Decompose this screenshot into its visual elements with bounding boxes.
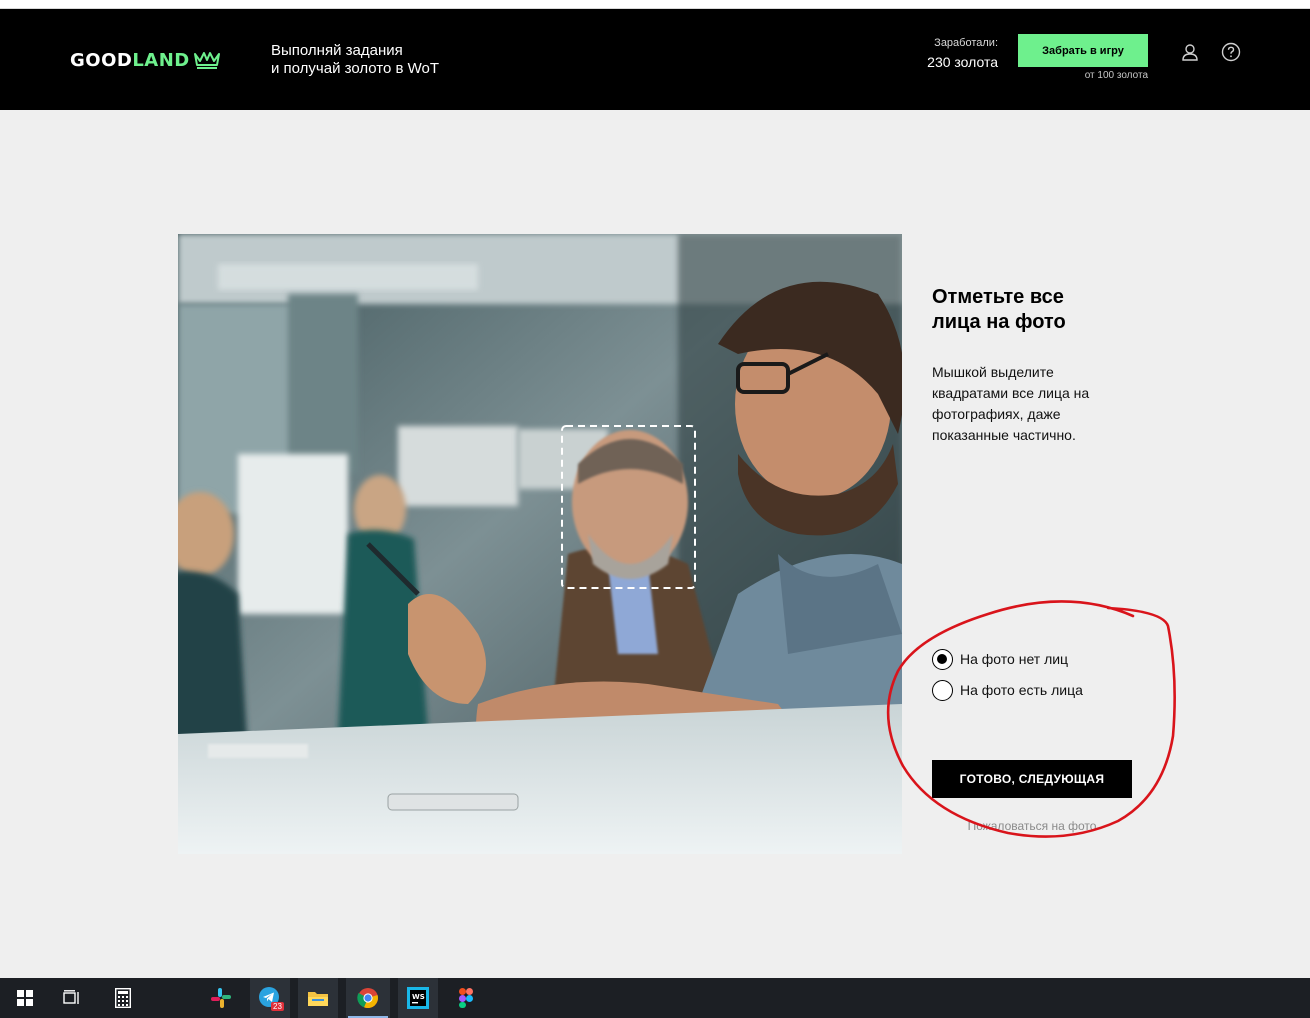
windows-start-button[interactable] <box>8 978 42 1018</box>
claim-minimum-note: от 100 золота <box>1084 70 1148 81</box>
earned-value: 230 золота <box>927 54 998 70</box>
radio-no-faces-label: На фото нет лиц <box>960 651 1069 667</box>
user-icon[interactable] <box>1180 42 1200 62</box>
radio-no-faces-circle[interactable] <box>932 648 953 670</box>
task-photo[interactable] <box>178 234 902 854</box>
earned-label: Заработали: <box>934 37 998 49</box>
goodland-logo[interactable]: GOOD LAND <box>70 48 221 72</box>
figma-button[interactable] <box>446 978 486 1018</box>
file-explorer-button[interactable] <box>298 978 338 1018</box>
chrome-button[interactable] <box>346 978 390 1018</box>
site-header: GOOD LAND Выполняй задания и получай золо… <box>0 9 1310 110</box>
calculator-icon <box>115 988 131 1008</box>
radio-has-faces-label: На фото есть лица <box>960 682 1083 698</box>
chrome-icon <box>357 988 378 1009</box>
radio-has-faces[interactable]: На фото есть лица <box>932 679 1083 701</box>
windows-taskbar: 23 WS <box>0 978 1310 1018</box>
task-title-line-2: лица на фото <box>932 311 1066 333</box>
help-icon[interactable] <box>1221 42 1241 62</box>
header-tagline: Выполняй задания и получай золото в WoT <box>271 42 439 78</box>
task-panel: Отметьте все лица на фото Мышкой выделит… <box>932 285 1142 446</box>
tagline-line-2: и получай золото в WoT <box>271 60 440 77</box>
radio-has-faces-circle[interactable] <box>932 679 953 701</box>
done-next-button[interactable]: ГОТОВО, СЛЕДУЮЩАЯ <box>932 760 1132 798</box>
report-photo-link[interactable]: Пожаловаться на фото <box>932 819 1132 833</box>
task-view-button[interactable] <box>55 978 89 1018</box>
webstorm-button[interactable]: WS <box>398 978 438 1018</box>
calculator-button[interactable] <box>106 978 140 1018</box>
crown-icon <box>193 52 220 69</box>
svg-text:WS: WS <box>412 993 425 1001</box>
task-title: Отметьте все лица на фото <box>932 285 1142 335</box>
task-description: Мышкой выделите квадратами все лица на ф… <box>932 364 1090 443</box>
task-title-line-1: Отметьте все <box>932 286 1064 308</box>
earned-gold: Заработали: 230 золота <box>900 37 998 70</box>
tagline-line-1: Выполняй задания <box>271 42 403 59</box>
telegram-button[interactable]: 23 <box>250 978 290 1018</box>
file-explorer-icon <box>308 992 328 1006</box>
webstorm-icon: WS <box>407 987 429 1009</box>
task-view-icon <box>63 990 79 1004</box>
claim-to-game-button[interactable]: Забрать в игру <box>1018 34 1148 67</box>
figma-icon <box>459 988 473 1008</box>
slack-icon <box>211 988 231 1008</box>
red-circle-annotation <box>886 600 1176 838</box>
slack-button[interactable] <box>203 978 239 1018</box>
windows-start-icon <box>17 990 33 1006</box>
telegram-badge: 23 <box>271 1002 284 1011</box>
radio-no-faces[interactable]: На фото нет лиц <box>932 648 1068 670</box>
logo-word-land: LAND <box>132 49 190 71</box>
browser-top-strip <box>0 0 1310 9</box>
logo-word-good: GOOD <box>70 49 133 71</box>
